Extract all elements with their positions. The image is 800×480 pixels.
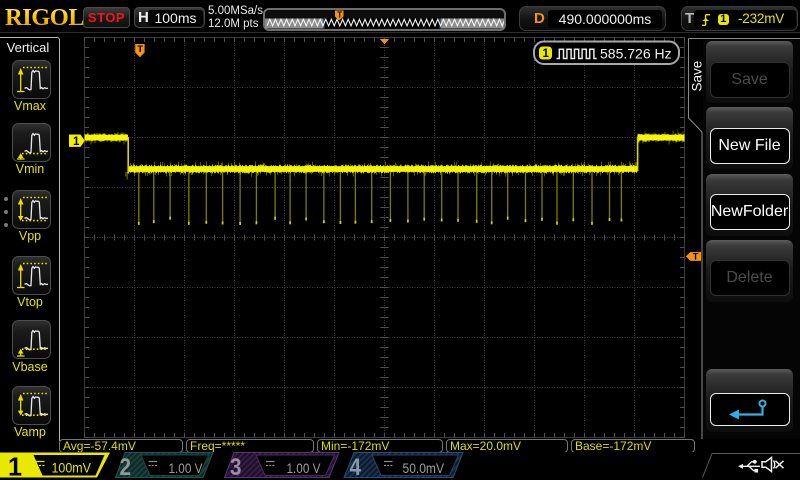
svg-text:1: 1 [543,48,550,60]
svg-text:50.0mV: 50.0mV [403,461,445,476]
svg-text:T: T [337,11,342,20]
svg-text:4: 4 [350,454,362,480]
svg-text:1.00 V: 1.00 V [287,461,321,476]
svg-text:585.726 Hz: 585.726 Hz [600,46,672,62]
svg-text:T: T [137,44,143,55]
svg-text:1: 1 [8,452,22,480]
svg-text:2: 2 [120,454,132,480]
svg-text:T: T [693,252,699,263]
svg-text:3: 3 [230,454,242,480]
svg-text:1.00 V: 1.00 V [169,461,203,476]
svg-text:100mV: 100mV [52,460,92,475]
svg-text:1: 1 [73,136,80,148]
